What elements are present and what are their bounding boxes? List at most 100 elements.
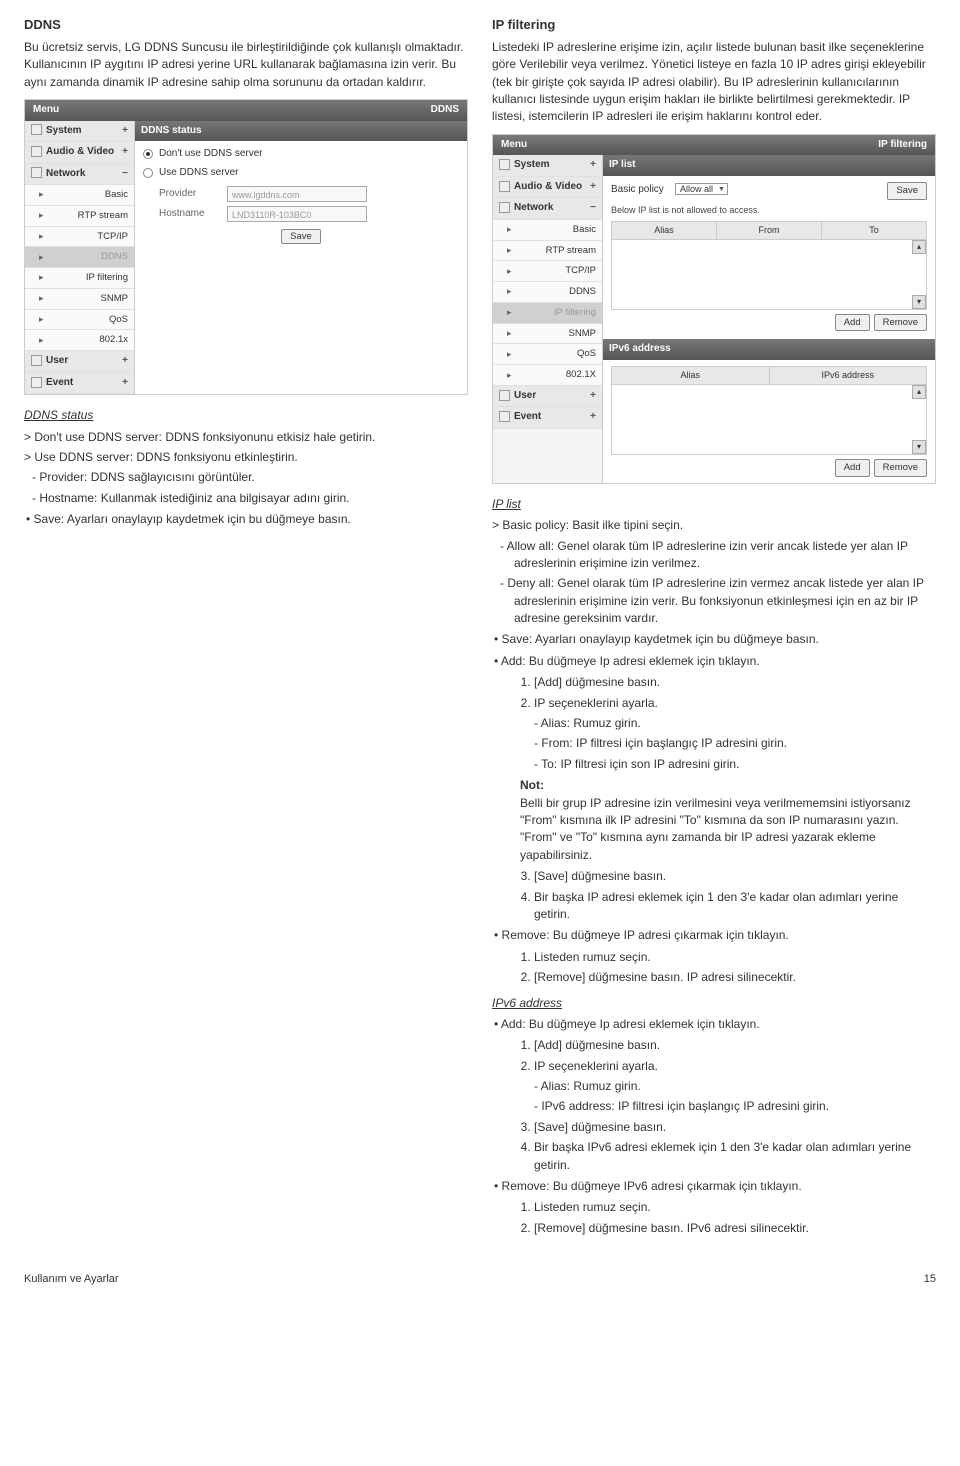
step-4: Bir başka IP adresi eklemek için 1 den 3… xyxy=(534,889,936,924)
ipv6-table-body[interactable]: ▴ ▾ xyxy=(611,385,927,455)
ddns-panel: Menu DDNS System+ Audio & Video+ Network… xyxy=(24,99,468,395)
radio-icon xyxy=(143,168,153,178)
sidebar-item-ddns[interactable]: ▸DDNS xyxy=(25,247,134,268)
sidebar-item-8021x[interactable]: ▸802.1x xyxy=(25,330,134,351)
sidebar-item-network[interactable]: Network− xyxy=(25,164,134,186)
step-3: [Save] düğmesine basın. xyxy=(534,868,936,885)
settings-sidebar: System+ Audio & Video+ Network− ▸Basic ▸… xyxy=(493,155,603,482)
remove-step-2: [Remove] düğmesine basın. IP adresi sili… xyxy=(534,969,936,986)
collapse-icon[interactable]: − xyxy=(122,167,128,182)
scroll-up-icon[interactable]: ▴ xyxy=(912,240,926,254)
ip-table-body[interactable]: ▴ ▾ xyxy=(611,240,927,310)
li-allow-all: Allow all: Genel olarak tüm IP adresleri… xyxy=(514,538,936,573)
event-icon xyxy=(31,377,42,388)
expand-icon[interactable]: + xyxy=(122,124,128,139)
sidebar-item-network[interactable]: Network− xyxy=(493,198,602,220)
sidebar-item-snmp[interactable]: ▸SNMP xyxy=(25,289,134,310)
radio-use-ddns[interactable]: Use DDNS server xyxy=(143,166,459,181)
user-icon xyxy=(31,355,42,366)
sidebar-item-ipfiltering[interactable]: ▸IP filtering xyxy=(493,303,602,324)
basic-policy-select[interactable]: Allow all xyxy=(675,183,728,195)
ipfilter-intro: Listedeki IP adreslerine erişime izin, a… xyxy=(492,39,936,126)
scroll-up-icon[interactable]: ▴ xyxy=(912,385,926,399)
ipv6-step-1: [Add] düğmesine basın. xyxy=(534,1037,936,1054)
network-icon xyxy=(31,167,42,178)
ipfilter-panel: Menu IP filtering System+ Audio & Video+… xyxy=(492,134,936,484)
provider-input[interactable]: www.lgddns.com xyxy=(227,186,367,202)
li-save: Save: Ayarları onaylayıp kaydetmek için … xyxy=(506,631,936,648)
save-button[interactable]: Save xyxy=(887,182,927,200)
save-button[interactable]: Save xyxy=(281,229,321,244)
sidebar-item-ipfiltering[interactable]: ▸IP filtering xyxy=(25,268,134,289)
sidebar-item-system[interactable]: System+ xyxy=(25,121,134,143)
sidebar-item-rtp[interactable]: ▸RTP stream xyxy=(25,206,134,227)
sidebar-item-user[interactable]: User+ xyxy=(25,351,134,373)
ddns-heading: DDNS xyxy=(24,16,468,35)
sidebar-item-basic[interactable]: ▸Basic xyxy=(493,220,602,241)
panel-section-tag: IP filtering xyxy=(878,138,927,153)
ipv6-step-4: Bir başka IPv6 adresi eklemek için 1 den… xyxy=(534,1139,936,1174)
audio-icon xyxy=(31,146,42,157)
sidebar-item-basic[interactable]: ▸Basic xyxy=(25,185,134,206)
sidebar-item-event[interactable]: Event+ xyxy=(493,407,602,429)
li-add: Add: Bu düğmeye Ip adresi eklemek için t… xyxy=(506,653,936,670)
chevron-icon: ▸ xyxy=(39,188,44,201)
ipv6-remove-step-2: [Remove] düğmesine basın. IPv6 adresi si… xyxy=(534,1220,936,1237)
sidebar-item-snmp[interactable]: ▸SNMP xyxy=(493,324,602,345)
step-2-alias: Alias: Rumuz girin. xyxy=(548,715,936,732)
page-number: 15 xyxy=(924,1272,936,1288)
add-button[interactable]: Add xyxy=(835,314,870,332)
ddns-status-title: DDNS status xyxy=(135,121,467,142)
ip-table-header: Alias From To xyxy=(611,221,927,240)
sidebar-item-event[interactable]: Event+ xyxy=(25,373,134,395)
sidebar-item-system[interactable]: System+ xyxy=(493,155,602,177)
li-provider: Provider: DDNS sağlayıcısını görüntüler. xyxy=(46,469,468,486)
basic-policy-label: Basic policy xyxy=(611,184,664,195)
sidebar-item-rtp[interactable]: ▸RTP stream xyxy=(493,241,602,262)
li-remove: Remove: Bu düğmeye IP adresi çıkarmak iç… xyxy=(506,927,936,944)
hostname-input[interactable]: LND3110R-103BC0 xyxy=(227,206,367,222)
li-save: Save: Ayarları onaylayıp kaydetmek için … xyxy=(38,511,468,528)
li-hostname: Hostname: Kullanmak istediğiniz ana bilg… xyxy=(46,490,468,507)
remove-button[interactable]: Remove xyxy=(874,459,927,477)
sidebar-item-ddns[interactable]: ▸DDNS xyxy=(493,282,602,303)
note-body: Belli bir grup IP adresine izin verilmes… xyxy=(492,795,936,865)
sidebar-item-qos[interactable]: ▸QoS xyxy=(493,344,602,365)
ipv6-table-header: Alias IPv6 address xyxy=(611,366,927,385)
sidebar-item-8021x[interactable]: ▸802.1X xyxy=(493,365,602,386)
ipv6-step-3: [Save] düğmesine basın. xyxy=(534,1119,936,1136)
li-basic-policy: Basic policy: Basit ilke tipini seçin. xyxy=(506,517,936,534)
footer-section: Kullanım ve Ayarlar xyxy=(24,1272,119,1288)
add-button[interactable]: Add xyxy=(835,459,870,477)
remove-button[interactable]: Remove xyxy=(874,314,927,332)
ipv6-subhead: IPv6 address xyxy=(492,995,936,1012)
sidebar-item-qos[interactable]: ▸QoS xyxy=(25,310,134,331)
step-2-to: To: IP filtresi için son IP adresini gir… xyxy=(548,756,936,773)
step-2: IP seçeneklerini ayarla. xyxy=(534,695,936,712)
step-1: [Add] düğmesine basın. xyxy=(534,674,936,691)
ipv6-title: IPv6 address xyxy=(603,339,935,360)
ipfilter-heading: IP filtering xyxy=(492,16,936,35)
sidebar-item-audio[interactable]: Audio & Video+ xyxy=(493,177,602,199)
panel-section-tag: DDNS xyxy=(431,103,459,118)
below-ip-text: Below IP list is not allowed to access. xyxy=(611,204,927,217)
scroll-down-icon[interactable]: ▾ xyxy=(912,440,926,454)
expand-icon[interactable]: + xyxy=(122,145,128,160)
scroll-down-icon[interactable]: ▾ xyxy=(912,295,926,309)
sidebar-item-tcpip[interactable]: ▸TCP/IP xyxy=(493,261,602,282)
gear-icon xyxy=(31,124,42,135)
iplist-title: IP list xyxy=(603,155,935,176)
sidebar-item-user[interactable]: User+ xyxy=(493,386,602,408)
li-dont-use: Don't use DDNS server: DDNS fonksiyonunu… xyxy=(38,429,468,446)
li-deny-all: Deny all: Genel olarak tüm IP adreslerin… xyxy=(514,575,936,627)
ddns-intro: Bu ücretsiz servis, LG DDNS Suncusu ile … xyxy=(24,39,468,91)
iplist-subhead: IP list xyxy=(492,496,936,513)
sidebar-item-tcpip[interactable]: ▸TCP/IP xyxy=(25,227,134,248)
ipv6-step-2-addr: IPv6 address: IP filtresi için başlangıç… xyxy=(548,1098,936,1115)
radio-dont-use-ddns[interactable]: Don't use DDNS server xyxy=(143,147,459,162)
hostname-label: Hostname xyxy=(159,207,219,222)
settings-sidebar: System+ Audio & Video+ Network− ▸Basic ▸… xyxy=(25,121,135,395)
sidebar-item-audio[interactable]: Audio & Video+ xyxy=(25,142,134,164)
li-use: Use DDNS server: DDNS fonksiyonu etkinle… xyxy=(38,449,468,466)
li-remove-ipv6: Remove: Bu düğmeye IPv6 adresi çıkarmak … xyxy=(506,1178,936,1195)
